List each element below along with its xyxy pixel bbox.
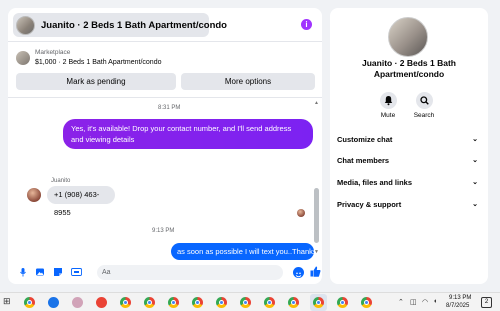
- photo-icon[interactable]: [35, 267, 45, 277]
- scroll-up-icon[interactable]: ▲: [314, 100, 319, 106]
- message-list: 8:31 PM Yes, it's available! Drop your c…: [8, 98, 322, 260]
- chrome-icon[interactable]: [144, 297, 155, 308]
- timestamp: 9:13 PM: [152, 228, 175, 234]
- timestamp: 8:31 PM: [158, 105, 181, 111]
- chat-members-row[interactable]: Chat members ⌄: [337, 154, 478, 168]
- scrollbar[interactable]: ▲ ▼: [314, 100, 319, 255]
- chevron-down-icon: ⌄: [472, 157, 478, 164]
- chevron-down-icon: ⌄: [472, 201, 478, 208]
- app-icon[interactable]: [72, 297, 83, 308]
- app-icon[interactable]: [48, 297, 59, 308]
- chrome-icon[interactable]: [216, 297, 227, 308]
- marketplace-label: Marketplace: [35, 49, 71, 56]
- chevron-up-icon[interactable]: ⌃: [398, 298, 404, 306]
- customize-chat-row[interactable]: Customize chat ⌄: [337, 133, 478, 147]
- marketplace-listing: Marketplace $1,000 · 2 Beds 1 Bath Apart…: [8, 44, 322, 98]
- listing-thumbnail: [16, 15, 35, 35]
- search-button[interactable]: Search: [404, 92, 444, 119]
- composer: Aa: [8, 260, 322, 284]
- more-options-button[interactable]: More options: [181, 73, 315, 90]
- sticker-icon[interactable]: [53, 267, 63, 277]
- conversation-info-panel: Juanito · 2 Beds 1 Bath Apartment/condo …: [330, 8, 488, 284]
- menu-label: Customize chat: [337, 135, 393, 144]
- microphone-icon[interactable]: [18, 267, 28, 277]
- thumbs-up-icon[interactable]: [310, 266, 321, 280]
- chrome-icon[interactable]: [288, 297, 299, 308]
- wifi-icon[interactable]: ◠: [422, 298, 428, 306]
- chrome-icon[interactable]: [24, 297, 35, 308]
- emoji-icon[interactable]: [293, 267, 304, 278]
- info-icon[interactable]: i: [301, 19, 312, 30]
- outgoing-message[interactable]: Yes, it's available! Drop your contact n…: [63, 119, 313, 149]
- mute-label: Mute: [380, 112, 396, 119]
- privacy-support-row[interactable]: Privacy & support ⌄: [337, 198, 478, 212]
- bell-icon: [379, 92, 397, 109]
- volume-icon[interactable]: ◖: [433, 298, 437, 305]
- clock-date[interactable]: 8/7/2025: [446, 303, 469, 309]
- windows-taskbar: ⊞ ⌃ ◫ ◠ ◖ 9:13 PM 8/7/2025 2: [0, 292, 500, 311]
- listing-detail[interactable]: $1,000 · 2 Beds 1 Bath Apartment/condo: [35, 59, 161, 66]
- clock-time[interactable]: 9:13 PM: [449, 295, 471, 301]
- chrome-icon[interactable]: [337, 297, 348, 308]
- chrome-icon[interactable]: [313, 297, 324, 308]
- seen-indicator-avatar: [297, 209, 305, 217]
- chrome-icon[interactable]: [240, 297, 251, 308]
- outgoing-message[interactable]: as soon as possible I will text you..Tha…: [171, 243, 317, 260]
- chrome-icon[interactable]: [361, 297, 372, 308]
- chrome-icon[interactable]: [264, 297, 275, 308]
- sender-avatar[interactable]: [27, 188, 41, 202]
- chevron-down-icon: ⌄: [472, 136, 478, 143]
- start-icon[interactable]: ⊞: [3, 296, 11, 307]
- message-input[interactable]: Aa: [97, 265, 283, 280]
- conversation-title-button[interactable]: Juanito · 2 Beds 1 Bath Apartment/condo: [13, 13, 227, 37]
- mute-button[interactable]: Mute: [368, 92, 408, 119]
- menu-label: Media, files and links: [337, 178, 413, 187]
- scroll-down-icon[interactable]: ▼: [314, 249, 319, 255]
- mark-as-pending-button[interactable]: Mark as pending: [16, 73, 176, 90]
- chrome-icon[interactable]: [192, 297, 203, 308]
- media-files-links-row[interactable]: Media, files and links ⌄: [337, 176, 478, 190]
- profile-avatar[interactable]: [388, 17, 428, 57]
- menu-label: Chat members: [337, 156, 390, 165]
- conversation-title: Juanito · 2 Beds 1 Bath Apartment/condo: [41, 19, 227, 31]
- scroll-thumb[interactable]: [314, 188, 319, 243]
- gif-icon[interactable]: [71, 267, 82, 277]
- chrome-icon[interactable]: [120, 297, 131, 308]
- chevron-down-icon: ⌄: [472, 179, 478, 186]
- sender-name: Juanito: [51, 178, 71, 184]
- chat-header: Juanito · 2 Beds 1 Bath Apartment/condo …: [8, 8, 322, 42]
- incoming-message[interactable]: +1 (908) 463-8955: [47, 186, 115, 217]
- menu-label: Privacy & support: [337, 200, 402, 209]
- listing-small-thumbnail: [16, 51, 30, 65]
- profile-name: Juanito · 2 Beds 1 Bath Apartment/condo: [362, 58, 456, 79]
- app-icon[interactable]: [96, 297, 107, 308]
- notification-icon[interactable]: 2: [481, 297, 492, 308]
- chat-panel: Juanito · 2 Beds 1 Bath Apartment/condo …: [8, 8, 322, 284]
- network-icon[interactable]: ◫: [410, 298, 417, 306]
- search-icon: [415, 92, 433, 109]
- chrome-icon[interactable]: [168, 297, 179, 308]
- search-label: Search: [413, 112, 435, 119]
